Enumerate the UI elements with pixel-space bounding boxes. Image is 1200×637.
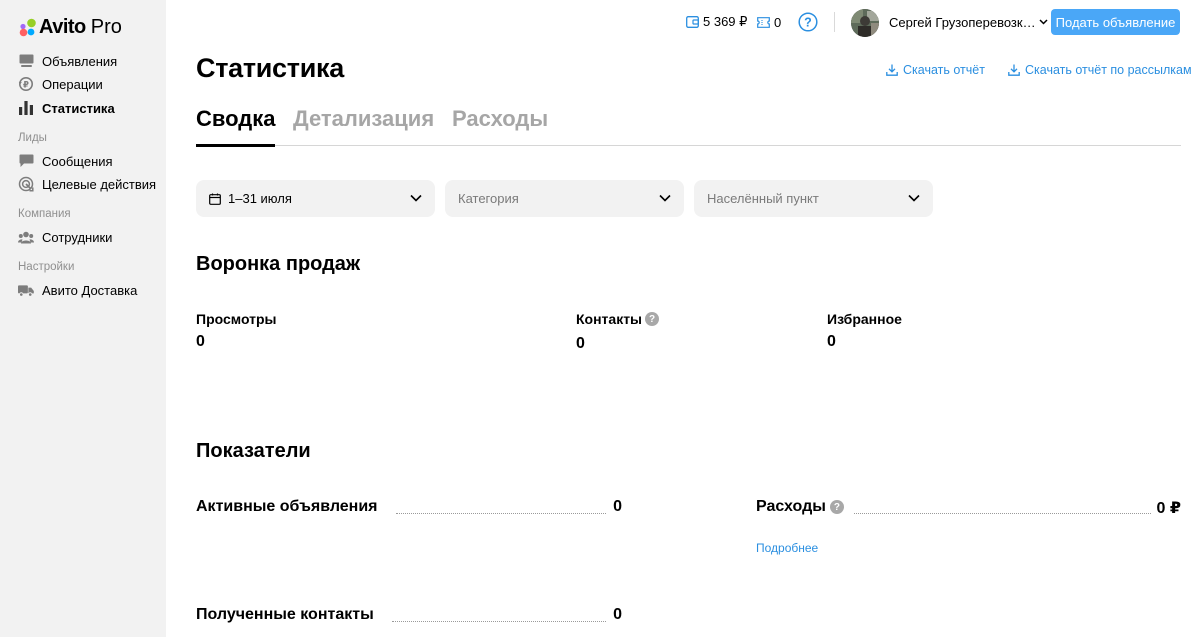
metric-favorites-value: 0 (827, 333, 836, 350)
city-select[interactable]: Населённый пункт (694, 180, 933, 217)
metric-contacts-value: 0 (576, 335, 585, 352)
download-icon (886, 64, 898, 76)
sidebar-group-company: Компания (18, 208, 71, 220)
sidebar-item-label: Авито Доставка (42, 282, 138, 298)
bonus-icon (757, 16, 770, 28)
indicator-value: 0 (613, 498, 622, 515)
logo-dots-icon (19, 18, 36, 36)
sidebar-item-target-actions[interactable]: Целевые действия (18, 173, 156, 195)
calendar-icon (209, 193, 221, 205)
download-icon (1008, 64, 1020, 76)
metric-favorites-label: Избранное (827, 311, 902, 327)
post-ad-button[interactable]: Подать объявление (1051, 9, 1180, 35)
metric-label-text: Просмотры (196, 311, 277, 327)
metric-label-text: Избранное (827, 311, 902, 327)
dotted-leader (854, 513, 1151, 514)
indicator-active-ads: Активные объявления 0 (196, 498, 622, 518)
sidebar-item-messages[interactable]: Сообщения (18, 150, 113, 172)
user-menu[interactable]: Сергей Грузоперевозк… (889, 12, 1048, 32)
username-label: Сергей Грузоперевозк… (889, 14, 1036, 30)
help-icon: ? (798, 12, 818, 32)
indicator-expenses: Расходы ? 0 ₽ (756, 498, 1181, 518)
logo-brand: Avito (39, 15, 86, 38)
sidebar-item-label: Объявления (42, 53, 118, 69)
download-report-label: Скачать отчёт (903, 63, 985, 77)
tab-details[interactable]: Детализация (293, 106, 434, 132)
page-title: Статистика (196, 53, 344, 83)
sidebar-item-statistics[interactable]: Статистика (18, 97, 115, 119)
help-label: ? (804, 15, 812, 29)
metric-views-value: 0 (196, 333, 205, 350)
category-select[interactable]: Категория (445, 180, 684, 217)
logo-suffix: Pro (90, 15, 122, 38)
avatar-image-icon (851, 9, 879, 37)
chevron-down-icon (409, 191, 423, 205)
sidebar-item-operations[interactable]: ₽ Операции (18, 73, 103, 95)
truck-icon (18, 282, 34, 298)
sidebar-item-label: Сотрудники (42, 229, 113, 245)
metric-views-label: Просмотры (196, 311, 277, 327)
chevron-down-icon (907, 191, 921, 205)
metric-label-text: Контакты (576, 311, 643, 327)
help-button[interactable]: ? (798, 12, 818, 32)
stats-icon (18, 100, 34, 116)
sidebar-item-label: Статистика (42, 100, 115, 116)
period-select[interactable]: 1–31 июля (196, 180, 435, 217)
svg-text:₽: ₽ (23, 80, 29, 90)
sidebar-item-ads[interactable]: Объявления (18, 50, 117, 72)
indicator-label: Расходы ? (756, 498, 846, 516)
question-icon[interactable]: ? (645, 312, 660, 326)
indicators-title: Показатели (196, 440, 311, 462)
indicator-label-text: Расходы (756, 498, 826, 515)
indicator-value: 0 (613, 606, 622, 623)
chat-icon (18, 153, 34, 169)
category-placeholder: Категория (458, 191, 519, 206)
sidebar-group-settings: Настройки (18, 261, 75, 273)
bonus-counter[interactable]: 0 (757, 12, 781, 32)
indicator-label: Полученные контакты (196, 606, 376, 624)
wallet-balance[interactable]: 5 369 ₽ (686, 12, 747, 32)
sidebar-group-leads: Лиды (18, 132, 47, 144)
topbar-divider (834, 12, 835, 32)
ads-icon (18, 53, 34, 69)
sidebar: Avito Pro Объявления ₽ Операции Статисти… (0, 0, 166, 637)
tab-expenses[interactable]: Расходы (452, 106, 548, 132)
dotted-leader (396, 513, 606, 514)
tab-summary[interactable]: Сводка (196, 106, 275, 132)
indicator-label-text: Полученные контакты (196, 606, 374, 623)
wallet-icon (686, 16, 699, 28)
funnel-title: Воронка продаж (196, 253, 361, 275)
active-tab-indicator (196, 144, 275, 147)
download-mailing-label: Скачать отчёт по рассылкам (1025, 63, 1192, 77)
tabs-divider (196, 145, 1181, 146)
sidebar-item-label: Операции (42, 76, 103, 92)
expenses-more-link[interactable]: Подробнее (756, 541, 818, 555)
people-icon (18, 229, 34, 245)
indicator-label-text: Активные объявления (196, 498, 378, 515)
indicator-value: 0 ₽ (1156, 500, 1181, 517)
target-icon (18, 176, 34, 192)
city-placeholder: Населённый пункт (707, 191, 819, 206)
sidebar-item-avito-delivery[interactable]: Авито Доставка (18, 279, 137, 301)
question-icon[interactable]: ? (829, 500, 844, 514)
sidebar-item-employees[interactable]: Сотрудники (18, 226, 112, 248)
sidebar-item-label: Целевые действия (42, 176, 157, 192)
dotted-leader (392, 621, 606, 622)
sidebar-item-label: Сообщения (42, 153, 113, 169)
wallet-amount: 5 369 ₽ (703, 14, 748, 29)
indicator-label: Активные объявления (196, 498, 380, 516)
metric-contacts-label: Контакты ? (576, 311, 660, 327)
bonus-count: 0 (774, 14, 782, 30)
chevron-down-icon (658, 191, 672, 205)
download-mailing-report-link[interactable]: Скачать отчёт по рассылкам (1008, 62, 1192, 78)
chevron-down-icon (1039, 19, 1048, 25)
avito-pro-logo[interactable]: Avito Pro (18, 16, 122, 38)
operations-icon: ₽ (18, 76, 34, 92)
indicator-received-contacts: Полученные контакты 0 (196, 606, 622, 626)
download-report-link[interactable]: Скачать отчёт (886, 62, 985, 78)
period-value: 1–31 июля (228, 191, 292, 206)
avatar[interactable] (851, 9, 879, 37)
